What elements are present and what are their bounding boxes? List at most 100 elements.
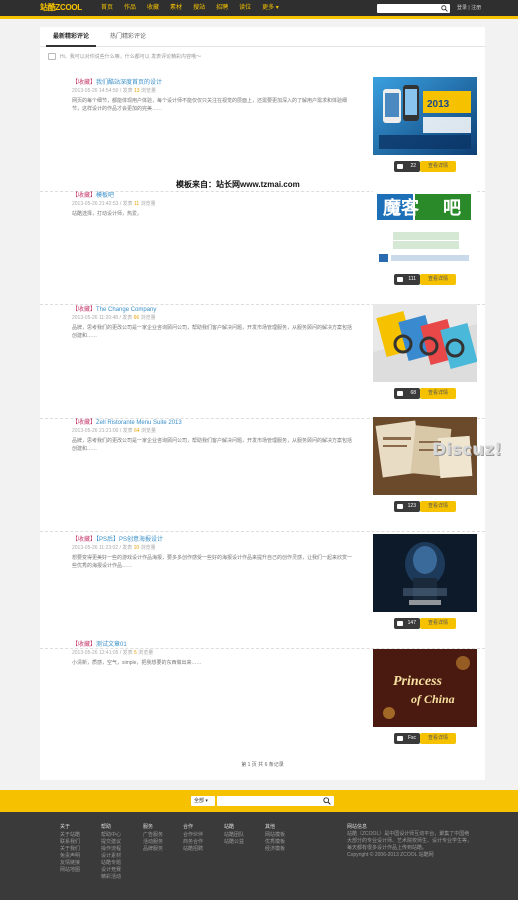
svg-text:吧: 吧 xyxy=(443,198,461,218)
footer-col-help: 帮助 帮助中心 提交建议 操作流程 设计素材 站酷专题 设计竞赛 精彩活动 xyxy=(101,824,122,881)
search-icon[interactable] xyxy=(323,797,331,805)
footer-link[interactable]: 精彩活动 xyxy=(101,874,121,881)
site-footer: 关于 关于站酷 联系我们 关于我们 免责声明 友情链接 网站地图 帮助 帮助中心… xyxy=(0,812,518,900)
login-links[interactable]: 登录 | 注册 xyxy=(457,0,481,16)
header-accent-line xyxy=(0,16,518,19)
comment-icon xyxy=(397,277,403,282)
footer-link[interactable]: 网站地图 xyxy=(60,867,80,874)
footer-link[interactable]: 站酷专题 xyxy=(101,860,121,867)
copyright: Copyright © 2006-2013 ZCOOL 站酷网 xyxy=(347,852,434,858)
footer-link[interactable]: 站酷团队 xyxy=(224,832,244,839)
footer-search-bar: 全部 ▾ xyxy=(0,790,518,812)
footer-link[interactable]: 提交建议 xyxy=(101,839,121,846)
post-thumbnail-image[interactable] xyxy=(373,534,477,612)
list-item: 【收藏】我们酷站深度首页的设计 2013-05-26 14:54:50 / 发表… xyxy=(40,77,485,192)
post-excerpt: 站酷选择，打动设计师，热爱。 xyxy=(72,211,143,217)
view-details-button[interactable]: 查看详情 xyxy=(420,274,456,285)
comment-icon xyxy=(397,736,403,741)
list-item: 【收藏】【PS后】PS创意海报设计 2013-05-26 11:23:02 / … xyxy=(40,534,485,649)
search-input[interactable] xyxy=(377,4,437,13)
comment-count-badge[interactable]: 111 xyxy=(394,274,420,285)
footer-col-about: 关于 关于站酷 联系我们 关于我们 免责声明 友情链接 网站地图 xyxy=(60,824,81,874)
footer-link[interactable]: 广告服务 xyxy=(143,832,163,839)
comment-count-badge[interactable]: 123 xyxy=(394,501,420,512)
footer-link[interactable]: 站酷公益 xyxy=(224,839,244,846)
post-title[interactable]: 【收藏】【PS后】PS创意海报设计 xyxy=(72,534,163,543)
notice-text: Hi，我可以对你说些什么嘛，什么都可以 发表评论精彩内容哦～ xyxy=(60,54,202,60)
footer-search-input[interactable] xyxy=(217,796,334,806)
nav-item-jobs[interactable]: 招聘 xyxy=(216,0,228,16)
footer-link[interactable]: 操作流程 xyxy=(101,846,121,853)
footer-link[interactable]: 商务合作 xyxy=(183,839,203,846)
nav-item-home[interactable]: 首页 xyxy=(101,0,113,16)
post-meta: 2013-05-26 21:42:53 / 发表 11 浏览量 xyxy=(72,201,156,207)
nav-item-works[interactable]: 作品 xyxy=(124,0,136,16)
footer-link[interactable]: 站酷招聘 xyxy=(183,846,203,853)
footer-link[interactable]: 帮助中心 xyxy=(101,832,121,839)
site-logo[interactable]: 站酷ZCOOL xyxy=(40,3,94,13)
comment-count-badge[interactable]: Fsc xyxy=(394,733,420,744)
main-content: 最新精彩评论 热门精彩评论 Hi，我可以对你说些什么嘛，什么都可以 发表评论精彩… xyxy=(40,27,485,780)
footer-link[interactable]: 免责声明 xyxy=(60,853,80,860)
footer-link[interactable]: 设计素材 xyxy=(101,853,121,860)
footer-col-zcool: 站酷 站酷团队 站酷公益 xyxy=(224,824,245,846)
nav-item-reading[interactable]: 读位 xyxy=(239,0,251,16)
footer-link[interactable]: 友情链接 xyxy=(60,860,80,867)
footer-link[interactable]: 关于我们 xyxy=(60,846,80,853)
comment-icon xyxy=(397,621,403,626)
footer-link[interactable]: 品牌服务 xyxy=(143,846,163,853)
list-item: 【收藏】Zell Ristorante Menu Suite 2013 2013… xyxy=(40,417,485,532)
footer-link[interactable]: 合作伙伴 xyxy=(183,832,203,839)
search-icon[interactable] xyxy=(441,5,448,12)
tab-latest-comments[interactable]: 最新精彩评论 xyxy=(46,27,96,47)
comment-count-badge[interactable]: 68 xyxy=(394,388,420,399)
post-excerpt: 网页的每个细节，都能体现用户体验，每个设计师不能仅仅只关注在视觉的层面上，还需要… xyxy=(72,98,348,112)
post-title[interactable]: 【收藏】Zell Ristorante Menu Suite 2013 xyxy=(72,417,182,426)
post-thumbnail-image[interactable]: Princess of China xyxy=(373,649,477,727)
post-title[interactable]: 【收藏】The Change Company xyxy=(72,304,156,313)
post-thumbnail-image[interactable] xyxy=(373,304,477,382)
watermark-text: 模板来自：站长网www.tzmai.com xyxy=(176,180,300,189)
post-thumbnail-image[interactable]: 2013 xyxy=(373,77,477,155)
post-meta: 2013-05-26 11:23:02 / 发表 10 浏览量 xyxy=(72,545,156,551)
footer-link[interactable]: 设计竞赛 xyxy=(101,867,121,874)
tab-hot-comments[interactable]: 热门精彩评论 xyxy=(110,27,146,47)
footer-link[interactable]: 网站模板 xyxy=(265,832,285,839)
list-item: 【收藏】The Change Company 2013-05-26 11:20:… xyxy=(40,304,485,419)
svg-text:魔客: 魔客 xyxy=(383,197,420,218)
comment-count-badge[interactable]: 22 xyxy=(394,161,420,172)
post-meta: 2013-05-26 21:21:00 / 发表 64 浏览量 xyxy=(72,428,156,434)
view-details-button[interactable]: 查看详情 xyxy=(420,733,456,744)
post-thumbnail-image[interactable]: 魔客 吧 xyxy=(373,190,477,268)
footer-about-text: 站酷（ZCOOL）是中国设计师互动平台，聚集了中国绝大部分的专业设计师、艺术院校… xyxy=(347,831,473,851)
view-details-button[interactable]: 查看详情 xyxy=(420,501,456,512)
notice-bar: Hi，我可以对你说些什么嘛，什么都可以 发表评论精彩内容哦～ xyxy=(46,51,478,63)
list-item: 【收藏】测试文章01 2013-05-26 12:41:05 / 发表 5 浏览… xyxy=(40,639,485,754)
svg-text:of China: of China xyxy=(411,692,455,706)
footer-link[interactable]: 经济模板 xyxy=(265,846,285,853)
list-item: 【收藏】模板吧 2013-05-26 21:42:53 / 发表 11 浏览量 … xyxy=(40,190,485,305)
nav-item-favorites[interactable]: 收藏 xyxy=(147,0,159,16)
footer-link[interactable]: 关于站酷 xyxy=(60,832,80,839)
comment-icon xyxy=(397,164,403,169)
nav-item-more[interactable]: 更多 ▾ xyxy=(262,0,279,16)
post-title[interactable]: 【收藏】模板吧 xyxy=(72,190,114,199)
view-details-button[interactable]: 查看详情 xyxy=(420,161,456,172)
view-details-button[interactable]: 查看详情 xyxy=(420,618,456,629)
nav-item-sites[interactable]: 搜站 xyxy=(193,0,205,16)
footer-link[interactable]: 优秀模板 xyxy=(265,839,285,846)
post-title[interactable]: 【收藏】我们酷站深度首页的设计 xyxy=(72,77,162,86)
svg-text:2013: 2013 xyxy=(427,99,450,110)
post-excerpt: 小清新，质感，空气，simple，把我想要的东西做出来…… xyxy=(72,660,202,666)
view-details-button[interactable]: 查看详情 xyxy=(420,388,456,399)
post-excerpt: 想要变得更美好一些的游戏设计作品海报，要多多创作感受一些好的海报设计作品来提升自… xyxy=(72,555,353,569)
search-scope-select[interactable]: 全部 ▾ xyxy=(191,796,215,806)
nav-item-materials[interactable]: 素材 xyxy=(170,0,182,16)
footer-link[interactable]: 联系我们 xyxy=(60,839,80,846)
top-search xyxy=(377,4,450,13)
post-title[interactable]: 【收藏】测试文章01 xyxy=(72,639,127,648)
footer-link[interactable]: 活动服务 xyxy=(143,839,163,846)
main-nav: 首页 作品 收藏 素材 搜站 招聘 读位 更多 ▾ xyxy=(101,0,290,16)
footer-col-other: 其他 网站模板 优秀模板 经济模板 xyxy=(265,824,286,853)
comment-count-badge[interactable]: 147 xyxy=(394,618,420,629)
